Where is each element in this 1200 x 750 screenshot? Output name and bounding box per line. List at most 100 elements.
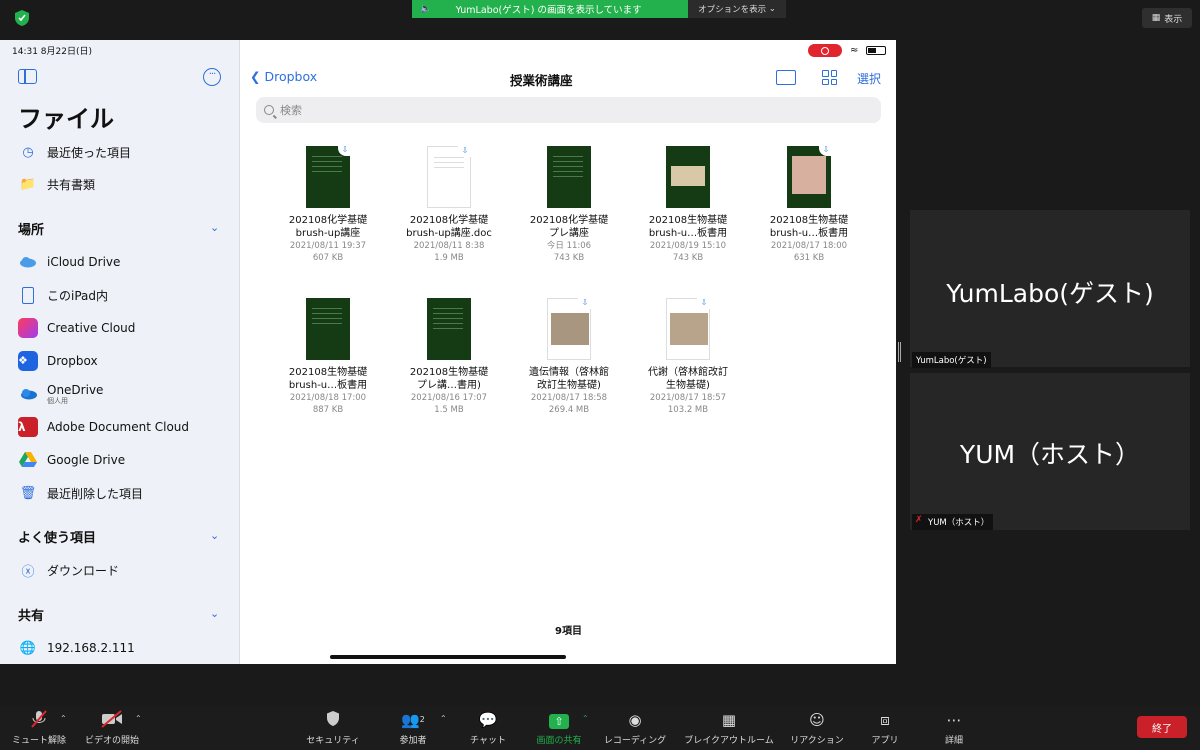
video-thumbnail: ⇩ <box>666 297 711 360</box>
panel-resize-handle[interactable] <box>898 342 901 362</box>
view-button[interactable]: ▦ 表示 <box>1142 8 1192 28</box>
end-meeting-button[interactable]: 終了 <box>1137 716 1187 738</box>
record-button[interactable]: ◉ レコーディング <box>602 710 668 746</box>
cloud-download-icon[interactable]: ⇩ <box>578 297 592 309</box>
grid-view-icon[interactable] <box>822 70 837 85</box>
chat-button[interactable]: 💬 チャット <box>466 710 510 746</box>
cloud-download-icon[interactable]: ⇩ <box>697 297 711 309</box>
creative-cloud-icon <box>18 318 38 338</box>
shield-icon <box>303 710 363 730</box>
sidebar-item-trash[interactable]: 🗑 最近削除した項目 <box>18 482 143 504</box>
view-options-button[interactable]: オプションを表示 ⌄ <box>688 0 786 18</box>
shared-screen: 14:31 8月22日(日) ··· ファイル ◷ 最近使った項目 📁 共有書類… <box>0 40 896 664</box>
files-sidebar: 14:31 8月22日(日) ··· ファイル ◷ 最近使った項目 📁 共有書類… <box>0 40 240 664</box>
chevron-down-icon[interactable]: ⌄ <box>210 529 219 542</box>
more-button[interactable]: ⋯ 詳細 <box>932 710 976 746</box>
breakout-grid-icon: ▦ <box>721 711 737 729</box>
file-item[interactable]: ⇩ 遺伝情報（啓林館 改訂生物基礎) 2021/08/17 18:58 269.4 … <box>514 297 624 416</box>
file-item[interactable]: 202108生物基礎 brush-u…板書用 2021/08/18 17:00 88… <box>273 298 383 416</box>
security-shield-icon[interactable] <box>14 9 30 27</box>
sidebar-item-creative-cloud[interactable]: Creative Cloud <box>18 317 135 339</box>
video-off-icon <box>82 710 142 730</box>
share-banner: 🔈 YumLabo(ゲスト) の画面を表示しています オプションを表示 ⌄ <box>412 0 786 18</box>
home-indicator[interactable] <box>330 655 566 659</box>
search-icon <box>264 105 274 115</box>
cloud-icon <box>18 252 38 272</box>
document-thumbnail <box>666 146 710 208</box>
sidebar-item-recent[interactable]: ◷ 最近使った項目 <box>18 141 131 163</box>
cloud-download-icon[interactable]: ⇩ <box>338 144 352 156</box>
cloud-download-icon[interactable]: ⇩ <box>819 144 833 156</box>
item-count: 9項目 <box>555 626 582 637</box>
security-button[interactable]: セキュリティ <box>303 710 363 746</box>
ellipsis-icon: ⋯ <box>946 711 962 729</box>
globe-icon: 🌐 <box>19 640 37 656</box>
chevron-down-icon[interactable]: ⌄ <box>210 221 219 234</box>
file-item[interactable]: 202108生物基礎 プレ講…書用) 2021/08/16 17:07 1.5 MB <box>394 298 504 416</box>
back-button[interactable]: ❮ Dropbox <box>250 69 317 84</box>
dropbox-icon: ❖ <box>18 351 38 371</box>
reactions-button[interactable]: ☺ リアクション <box>788 710 846 746</box>
section-shared: 共有 <box>18 609 45 624</box>
sidebar-item-server[interactable]: 🌐 192.168.2.111 <box>18 637 135 659</box>
chevron-down-icon[interactable]: ⌄ <box>210 607 219 620</box>
clock-icon: ◷ <box>22 144 34 160</box>
onedrive-icon <box>18 384 38 404</box>
file-item[interactable]: ⇩ 202108化学基礎 brush-up講座.doc 2021/08/11 8:… <box>394 145 504 264</box>
participant-name: YUM（ホスト） <box>959 440 1141 469</box>
sidebar-item-onedrive[interactable]: OneDrive 個人用 <box>18 380 103 408</box>
apps-button[interactable]: ⧈ アプリ <box>862 710 908 746</box>
participant-name: YumLabo(ゲスト) <box>946 279 1154 308</box>
participant-tile[interactable]: YumLabo(ゲスト) YumLabo(ゲスト) <box>910 210 1190 368</box>
meeting-toolbar: ミュート解除 ⌃ ビデオの開始 ⌃ セキュリティ 👥2 参加者 ⌃ 💬 チャット… <box>0 706 1200 750</box>
cloud-download-icon[interactable]: ⇩ <box>458 145 472 157</box>
document-thumbnail: ⇩ <box>427 145 472 208</box>
participants-button[interactable]: 👥2 参加者 <box>388 710 438 746</box>
sidebar-item-ipad[interactable]: このiPad内 <box>18 284 108 306</box>
more-options-icon[interactable]: ··· <box>203 68 221 86</box>
battery-icon <box>866 46 887 55</box>
file-item[interactable]: ⇩ 202108化学基礎 brush-up講座 2021/08/11 19:37 6… <box>273 144 383 264</box>
breakout-rooms-button[interactable]: ▦ ブレイクアウトルーム <box>682 710 776 746</box>
search-input[interactable]: 検索 <box>256 97 881 123</box>
file-item[interactable]: ⇩ 代謝（啓林館改訂 生物基礎) 2021/08/17 18:57 103.2 MB <box>633 297 743 416</box>
chevron-up-icon: ⌃ <box>582 714 589 723</box>
adobe-icon: λ <box>18 417 38 437</box>
share-screen-button[interactable]: ⇧ 画面の共有 <box>530 710 588 746</box>
video-thumbnail: ⇩ <box>547 297 592 360</box>
chevron-up-icon: ⌃ <box>135 714 142 723</box>
sidebar-toggle-icon[interactable] <box>18 69 37 84</box>
file-item[interactable]: ⇩ 202108生物基礎 brush-u…板書用 2021/08/17 18:00… <box>754 144 864 264</box>
start-video-button[interactable]: ビデオの開始 <box>82 710 142 746</box>
file-item[interactable]: 202108化学基礎 プレ講座 今日 11:06 743 KB <box>514 146 624 264</box>
sidebar-item-dropbox[interactable]: ❖ Dropbox <box>18 350 98 372</box>
muted-mic-icon: ✗ <box>915 515 923 525</box>
document-thumbnail <box>427 298 471 360</box>
chevron-down-icon: ⌄ <box>768 4 776 14</box>
sidebar-item-google-drive[interactable]: Google Drive <box>18 449 125 471</box>
google-drive-icon <box>18 450 38 470</box>
apps-icon: ⧈ <box>880 711 890 729</box>
chevron-left-icon: ❮ <box>250 69 261 84</box>
select-button[interactable]: 選択 <box>857 70 881 87</box>
people-icon: 👥2 <box>401 711 425 729</box>
share-screen-icon: ⇧ <box>530 710 588 730</box>
sidebar-item-icloud[interactable]: iCloud Drive <box>18 251 120 273</box>
sidebar-item-adobe[interactable]: λ Adobe Document Cloud <box>18 416 189 438</box>
participant-tag: YumLabo(ゲスト) <box>912 352 991 368</box>
sidebar-item-shared-docs[interactable]: 📁 共有書類 <box>18 173 95 195</box>
participant-tag: ✗ YUM（ホスト） <box>912 514 994 530</box>
download-icon: ⓧ <box>21 564 35 580</box>
status-indicators: ≈ <box>808 44 887 57</box>
section-locations: 場所 <box>18 223 45 238</box>
ipad-icon <box>18 285 38 305</box>
file-item[interactable]: 202108生物基礎 brush-u…板書用 2021/08/19 15:10 74… <box>633 146 743 264</box>
recording-indicator-icon <box>808 44 842 57</box>
new-folder-icon[interactable] <box>776 70 796 85</box>
status-time: 14:31 8月22日(日) <box>12 47 92 57</box>
trash-icon: 🗑 <box>19 485 37 501</box>
folder-title: 授業術講座 <box>510 73 573 88</box>
share-banner-text: YumLabo(ゲスト) の画面を表示しています <box>455 5 642 16</box>
participant-tile[interactable]: YUM（ホスト） ✗ YUM（ホスト） <box>910 373 1190 530</box>
sidebar-item-downloads[interactable]: ⓧ ダウンロード <box>18 559 119 581</box>
